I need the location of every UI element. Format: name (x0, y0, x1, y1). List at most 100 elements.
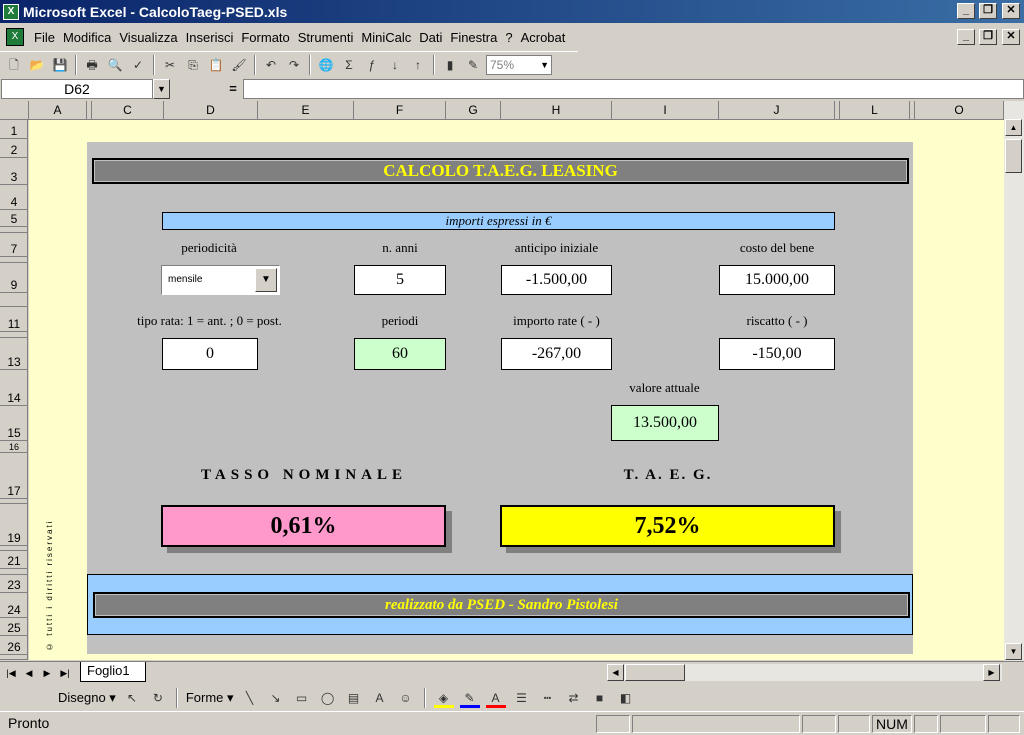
menu-minicalc[interactable]: MiniCalc (357, 30, 415, 45)
new-icon[interactable]: 🗋 (4, 55, 24, 75)
scroll-down-icon[interactable]: ▼ (1005, 643, 1022, 660)
doc-restore-button[interactable]: ❐ (979, 29, 997, 45)
riscatto-input[interactable]: -150,00 (719, 338, 835, 370)
row-header[interactable]: 2 (0, 139, 27, 158)
col-header-o[interactable]: O (915, 101, 1004, 120)
row-header[interactable]: 25 (0, 618, 27, 636)
row-header[interactable]: 27 (0, 655, 27, 660)
menu-acrobat[interactable]: Acrobat (517, 30, 570, 45)
line-style-icon[interactable]: ☰ (512, 688, 532, 708)
row-header[interactable]: 10 (0, 293, 27, 307)
hyperlink-icon[interactable]: 🌐 (316, 55, 336, 75)
save-icon[interactable]: 💾 (50, 55, 70, 75)
menu-inserisci[interactable]: Inserisci (182, 30, 238, 45)
col-header-d[interactable]: D (164, 101, 258, 120)
formula-input[interactable] (243, 79, 1024, 99)
menu-file[interactable]: File (30, 30, 59, 45)
dash-style-icon[interactable]: ┅ (538, 688, 558, 708)
copy-icon[interactable]: ⎘ (183, 55, 203, 75)
col-header-a[interactable]: A (29, 101, 87, 120)
scroll-up-icon[interactable]: ▲ (1005, 119, 1022, 136)
select-all-corner[interactable] (0, 101, 29, 120)
open-icon[interactable]: 📂 (27, 55, 47, 75)
sort-desc-icon[interactable]: ↑ (408, 55, 428, 75)
rectangle-icon[interactable]: ▭ (292, 688, 312, 708)
anticipo-input[interactable]: -1.500,00 (501, 265, 612, 295)
chart-wizard-icon[interactable]: ▮ (440, 55, 460, 75)
last-sheet-icon[interactable]: ▶| (57, 665, 73, 681)
font-color-icon[interactable]: A (485, 688, 506, 708)
close-button[interactable]: ✕ (1002, 3, 1020, 19)
prev-sheet-icon[interactable]: ◀ (21, 665, 37, 681)
name-box-dropdown-icon[interactable]: ▼ (153, 79, 170, 99)
col-header-j[interactable]: J (719, 101, 835, 120)
sort-asc-icon[interactable]: ↓ (385, 55, 405, 75)
scroll-right-icon[interactable]: ▶ (983, 664, 1000, 681)
line-color-icon[interactable]: ✎ (459, 688, 480, 708)
first-sheet-icon[interactable]: |◀ (3, 665, 19, 681)
menu-visualizza[interactable]: Visualizza (115, 30, 181, 45)
col-header-e[interactable]: E (258, 101, 354, 120)
menu-modifica[interactable]: Modifica (59, 30, 115, 45)
clipart-icon[interactable]: ☺ (396, 688, 416, 708)
row-header[interactable]: 23 (0, 575, 27, 593)
textbox-icon[interactable]: ▤ (344, 688, 364, 708)
minimize-button[interactable]: _ (957, 3, 975, 19)
row-header[interactable]: 16 (0, 441, 27, 453)
workbook-icon[interactable]: X (6, 28, 24, 46)
select-pointer-icon[interactable]: ↖ (122, 688, 142, 708)
row-header[interactable]: 7 (0, 233, 27, 257)
name-box[interactable]: D62 (1, 79, 153, 99)
importo-rate-input[interactable]: -267,00 (501, 338, 612, 370)
row-header[interactable]: 14 (0, 370, 27, 406)
format-painter-icon[interactable]: 🖌 (229, 55, 249, 75)
col-header-c[interactable]: C (92, 101, 164, 120)
next-sheet-icon[interactable]: ▶ (39, 665, 55, 681)
row-header[interactable]: 1 (0, 120, 27, 139)
menu-finestra[interactable]: Finestra (446, 30, 501, 45)
row-header[interactable]: 3 (0, 158, 27, 185)
tab-foglio1[interactable]: Foglio1 (80, 662, 146, 682)
row-header[interactable]: 21 (0, 551, 27, 569)
row-header[interactable]: 17 (0, 453, 27, 499)
fill-color-icon[interactable]: ◈ (433, 688, 454, 708)
menu-help[interactable]: ? (501, 30, 516, 45)
costo-input[interactable]: 15.000,00 (719, 265, 835, 295)
row-header[interactable]: 26 (0, 636, 27, 655)
undo-icon[interactable]: ↶ (261, 55, 281, 75)
chevron-down-icon[interactable]: ▼ (255, 268, 277, 292)
forme-menu[interactable]: Forme ▾ (186, 690, 234, 706)
row-header[interactable]: 19 (0, 504, 27, 546)
n-anni-input[interactable]: 5 (354, 265, 446, 295)
menu-dati[interactable]: Dati (415, 30, 446, 45)
row-header[interactable]: 11 (0, 307, 27, 332)
row-header[interactable]: 15 (0, 406, 27, 441)
tipo-rata-input[interactable]: 0 (162, 338, 258, 370)
zoom-select[interactable]: 75% ▼ (486, 55, 552, 75)
horizontal-scrollbar[interactable]: ◀ ▶ (607, 664, 1002, 681)
spelling-icon[interactable]: ✓ (128, 55, 148, 75)
rotate-icon[interactable]: ↻ (148, 688, 168, 708)
print-icon[interactable]: 🖶 (82, 55, 102, 75)
doc-close-button[interactable]: ✕ (1002, 29, 1020, 45)
shadow-icon[interactable]: ■ (590, 688, 610, 708)
function-icon[interactable]: ƒ (362, 55, 382, 75)
doc-minimize-button[interactable]: _ (957, 29, 975, 45)
horizontal-scroll-thumb[interactable] (625, 664, 685, 681)
menu-strumenti[interactable]: Strumenti (294, 30, 358, 45)
menu-formato[interactable]: Formato (237, 30, 293, 45)
periodicita-select[interactable]: mensile ▼ (161, 265, 280, 295)
paste-icon[interactable]: 📋 (206, 55, 226, 75)
arrow-icon[interactable]: ↘ (266, 688, 286, 708)
cut-icon[interactable]: ✂ (160, 55, 180, 75)
scroll-left-icon[interactable]: ◀ (607, 664, 624, 681)
vertical-scrollbar[interactable]: ▲ ▼ (1004, 101, 1024, 661)
col-header-i[interactable]: I (612, 101, 719, 120)
col-header-l[interactable]: L (840, 101, 910, 120)
worksheet-grid[interactable]: © tutti i diritti riservati CALCOLO T.A.… (29, 120, 1004, 660)
row-header[interactable]: 9 (0, 263, 27, 293)
arrow-style-icon[interactable]: ⇄ (564, 688, 584, 708)
preview-icon[interactable]: 🔍 (105, 55, 125, 75)
col-header-h[interactable]: H (501, 101, 612, 120)
autosum-icon[interactable]: Σ (339, 55, 359, 75)
